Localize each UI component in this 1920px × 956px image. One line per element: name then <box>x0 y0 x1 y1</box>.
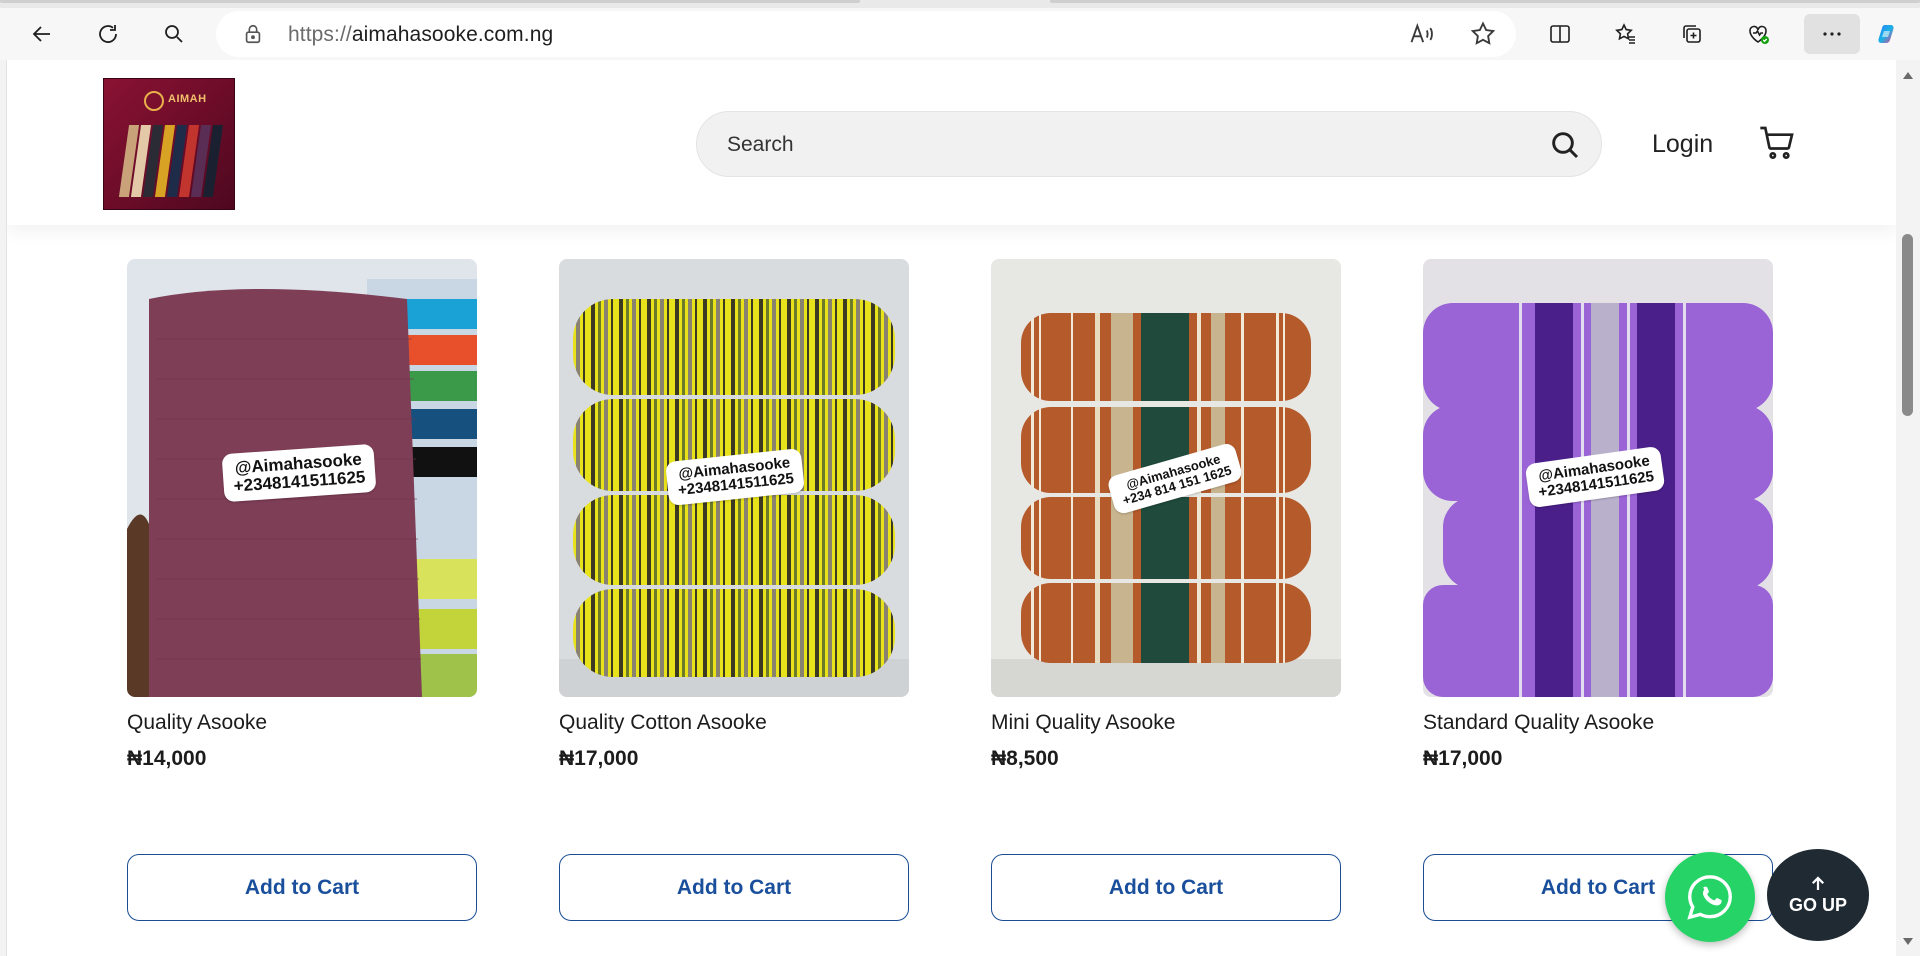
browser-toolbar: https://aimahasooke.com.ng <box>0 8 1920 60</box>
product-price: ₦17,000 <box>1423 747 1503 770</box>
login-link[interactable]: Login <box>1652 130 1713 159</box>
tab-indicator <box>1050 0 1920 3</box>
scroll-up-arrow-icon[interactable] <box>1903 72 1913 79</box>
scrollbar-thumb[interactable] <box>1902 234 1913 416</box>
site-header: AIMAH Login <box>7 60 1896 225</box>
back-icon[interactable] <box>22 14 62 54</box>
product-title[interactable]: Standard Quality Asooke <box>1423 711 1654 735</box>
whatsapp-icon <box>1687 875 1732 920</box>
add-to-cart-button[interactable]: Add to Cart <box>559 854 909 921</box>
split-screen-icon[interactable] <box>1540 14 1580 54</box>
url-protocol: https:// <box>288 23 352 46</box>
logo-emblem <box>144 91 164 111</box>
go-up-button[interactable]: GO UP <box>1767 849 1869 941</box>
url-host: aimahasooke.com.ng <box>351 23 554 46</box>
whatsapp-chat-button[interactable] <box>1665 852 1755 942</box>
copilot-icon[interactable] <box>1866 14 1906 54</box>
product-price: ₦14,000 <box>127 747 207 770</box>
product-image[interactable]: @Aimahasooke +2348141511625 <box>127 259 477 697</box>
search-icon[interactable] <box>154 14 194 54</box>
product-price: ₦8,500 <box>991 747 1059 770</box>
page-scrollbar[interactable] <box>1896 60 1920 956</box>
browser-essentials-icon[interactable] <box>1738 14 1778 54</box>
add-to-cart-button[interactable]: Add to Cart <box>991 854 1341 921</box>
collections-icon[interactable] <box>1672 14 1712 54</box>
read-aloud-icon[interactable] <box>1408 20 1436 48</box>
favorite-star-icon[interactable] <box>1469 20 1497 48</box>
cart-icon[interactable] <box>1757 123 1797 163</box>
address-bar[interactable]: https://aimahasooke.com.ng <box>216 11 1516 57</box>
search-icon[interactable] <box>1549 129 1581 161</box>
refresh-icon[interactable] <box>88 14 128 54</box>
product-image[interactable]: @Aimahasooke +234 814 151 1625 <box>991 259 1341 697</box>
product-title[interactable]: Quality Cotton Asooke <box>559 711 767 735</box>
page-viewport: @Aimahasooke +2348141511625 Quality Asoo… <box>6 60 1896 956</box>
logo-text: AIMAH <box>168 93 207 105</box>
lock-icon[interactable] <box>242 23 264 45</box>
product-title[interactable]: Mini Quality Asooke <box>991 711 1175 735</box>
scroll-down-arrow-icon[interactable] <box>1903 938 1913 945</box>
go-up-label: GO UP <box>1788 894 1847 915</box>
product-title[interactable]: Quality Asooke <box>127 711 267 735</box>
favorites-icon[interactable] <box>1606 14 1646 54</box>
product-image[interactable]: @Aimahasooke +2348141511625 <box>559 259 909 697</box>
arrow-up-icon <box>1811 875 1825 890</box>
product-price: ₦17,000 <box>559 747 639 770</box>
search-input[interactable] <box>727 132 1487 158</box>
url-text[interactable]: https://aimahasooke.com.ng <box>288 23 553 47</box>
search-bar[interactable] <box>696 111 1602 177</box>
site-logo[interactable]: AIMAH <box>103 78 235 210</box>
tab-strip <box>0 0 1920 8</box>
tab-indicator <box>0 0 860 3</box>
product-image[interactable]: @Aimahasooke +2348141511625 <box>1423 259 1773 697</box>
add-to-cart-button[interactable]: Add to Cart <box>127 854 477 921</box>
more-options-icon[interactable] <box>1804 14 1860 54</box>
